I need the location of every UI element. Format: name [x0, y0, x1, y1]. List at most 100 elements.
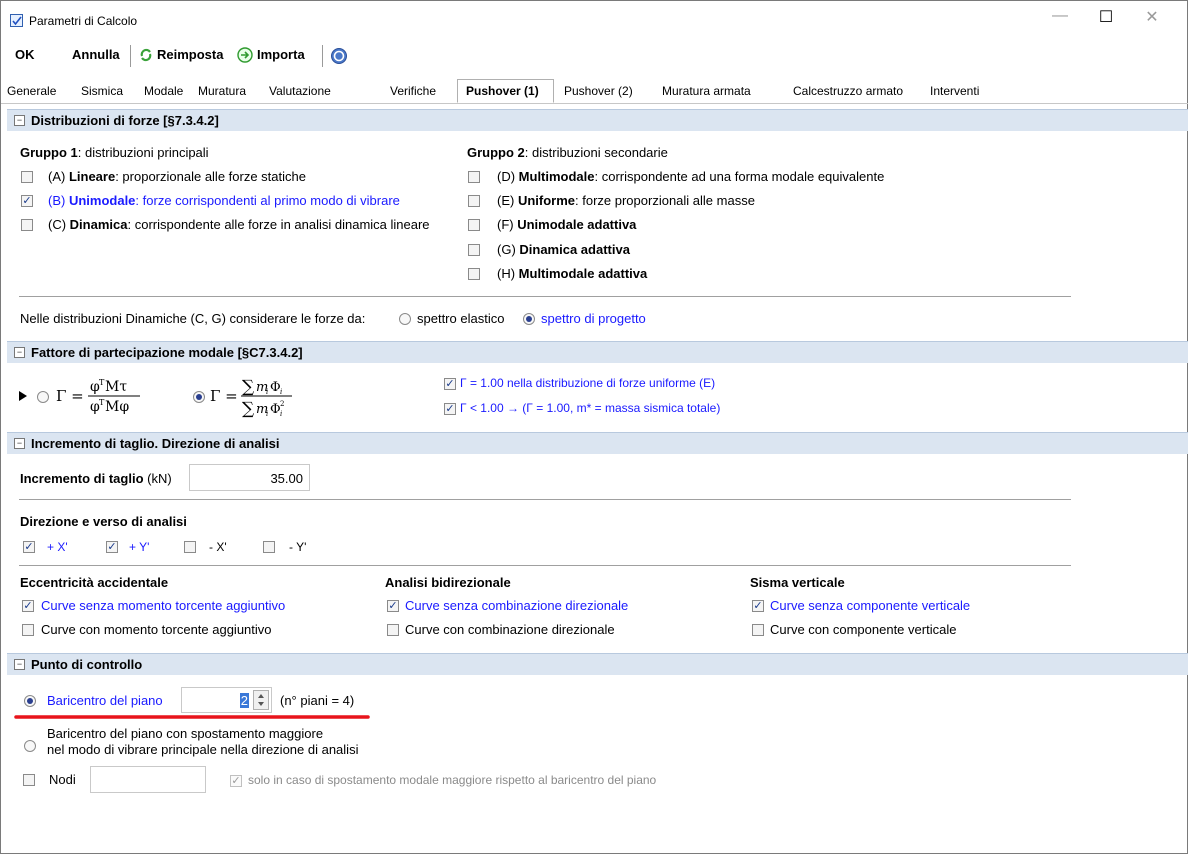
checkbox-nodi[interactable] [23, 774, 35, 786]
dialog-window: Parametri di Calcolo — ☐ ✕ OK Annulla Re… [0, 0, 1188, 854]
section-header-fattore[interactable]: − Fattore di partecipazione modale [§C7.… [7, 341, 1188, 363]
window-title: Parametri di Calcolo [29, 14, 138, 28]
red-underline-annotation [14, 715, 370, 719]
tab-valutazione[interactable]: Valutazione [269, 84, 331, 98]
checkbox-dinamica-adattiva[interactable] [468, 244, 480, 256]
label-nodi: Nodi [49, 772, 76, 787]
checkbox-multimodale[interactable] [468, 171, 480, 183]
importa-label: Importa [257, 47, 305, 62]
maximize-button[interactable]: ☐ [1086, 7, 1126, 27]
help-icon[interactable] [331, 48, 347, 64]
annulla-button[interactable]: Annulla [72, 47, 120, 62]
toolbar: OK Annulla Reimposta Importa [1, 41, 1188, 71]
label-dinamica: (C) Dinamica: corrispondente alle forze … [48, 217, 430, 232]
label-bid-con: Curve con combinazione direzionale [405, 622, 615, 637]
svg-text:i: i [280, 388, 282, 396]
tab-muratura[interactable]: Muratura [198, 84, 246, 98]
piano-spinner[interactable]: 2 [181, 687, 272, 713]
divider [19, 565, 1071, 566]
checkbox-dir-minus-y[interactable] [263, 541, 275, 553]
checkbox-unimodale[interactable]: ✓ [21, 195, 33, 207]
section-title: Distribuzioni di forze [§7.3.4.2] [31, 113, 219, 128]
checkbox-gamma-minore[interactable]: ✓ [444, 403, 456, 415]
tab-interventi[interactable]: Interventi [930, 84, 979, 98]
checkbox-gamma-uniforme[interactable]: ✓ [444, 378, 456, 390]
spinner-up-icon[interactable] [254, 691, 268, 700]
bidirezionale-title: Analisi bidirezionale [385, 575, 511, 590]
svg-text:∑: ∑ [242, 377, 254, 397]
section-header-punto-controllo[interactable]: − Punto di controllo [7, 653, 1188, 675]
radio-gamma-formula-2[interactable] [193, 391, 205, 403]
close-button[interactable]: ✕ [1132, 7, 1172, 27]
toolbar-separator [322, 45, 323, 67]
minimize-button[interactable]: — [1040, 7, 1080, 25]
svg-text:∑: ∑ [242, 399, 254, 418]
label-solo-spostamento: solo in caso di spostamento modale maggi… [248, 773, 657, 787]
label-sv-senza: Curve senza componente verticale [770, 598, 971, 613]
tab-muratura-armata[interactable]: Muratura armata [662, 84, 751, 98]
section-title: Fattore di partecipazione modale [§C7.3.… [31, 345, 303, 360]
gruppo1-title-bold: Gruppo 1 [20, 145, 78, 160]
incremento-value: 35.00 [270, 471, 303, 486]
importa-button[interactable]: Importa [237, 45, 319, 67]
label-dir-plus-x: + X' [47, 540, 68, 554]
tab-modale[interactable]: Modale [144, 84, 183, 98]
checkbox-uniforme[interactable] [468, 195, 480, 207]
tab-pushover-2[interactable]: Pushover (2) [564, 84, 633, 98]
label-dinamica-adattiva: (G) Dinamica adattiva [497, 242, 630, 257]
label-sv-con: Curve con componente verticale [770, 622, 957, 637]
radio-spettro-elastico[interactable] [399, 313, 411, 325]
piani-note: (n° piani = 4) [280, 693, 355, 708]
radio-spettro-progetto[interactable] [523, 313, 535, 325]
label-multimodale: (D) Multimodale: corrispondente ad una f… [497, 169, 885, 184]
nodi-input[interactable] [90, 766, 206, 793]
label-dir-plus-y: + Y' [129, 540, 150, 554]
checkbox-dir-plus-y[interactable]: ✓ [106, 541, 118, 553]
spinner-down-icon[interactable] [254, 700, 268, 709]
tab-calcestruzzo-armato[interactable]: Calcestruzzo armato [793, 84, 903, 98]
checkbox-solo-spostamento[interactable]: ✓ [230, 775, 242, 787]
checkbox-dinamica[interactable] [21, 219, 33, 231]
label-dir-minus-x: - X' [209, 540, 227, 554]
label-baricentro-spostamento-1: Baricentro del piano con spostamento mag… [47, 726, 324, 741]
radio-gamma-formula-1[interactable] [37, 391, 49, 403]
reimposta-label: Reimposta [157, 47, 224, 62]
checkbox-dir-minus-x[interactable] [184, 541, 196, 553]
checkbox-lineare[interactable] [21, 171, 33, 183]
tab-verifiche[interactable]: Verifiche [390, 84, 436, 98]
tab-generale[interactable]: Generale [7, 84, 56, 98]
checkbox-multimodale-adattiva[interactable] [468, 268, 480, 280]
checkbox-sv-senza[interactable]: ✓ [752, 600, 764, 612]
tab-bar: Generale Sismica Modale Muratura Valutaz… [1, 79, 1188, 104]
section-title: Punto di controllo [31, 657, 143, 672]
refresh-icon [140, 48, 152, 62]
checkbox-ecc-con[interactable] [22, 624, 34, 636]
ok-button[interactable]: OK [15, 47, 35, 62]
checkbox-unimodale-adattiva[interactable] [468, 219, 480, 231]
checkbox-ecc-senza[interactable]: ✓ [22, 600, 34, 612]
reimposta-button[interactable]: Reimposta [138, 45, 234, 67]
checkbox-bid-senza[interactable]: ✓ [387, 600, 399, 612]
section-header-distribuzioni[interactable]: − Distribuzioni di forze [§7.3.4.2] [7, 109, 1188, 131]
collapse-icon: − [14, 659, 25, 670]
checkbox-dir-plus-x[interactable]: ✓ [23, 541, 35, 553]
svg-text:Γ =: Γ = [56, 387, 84, 405]
tab-sismica[interactable]: Sismica [81, 84, 123, 98]
tab-pushover-1[interactable]: Pushover (1) [457, 79, 554, 103]
spinner-buttons[interactable] [253, 690, 269, 710]
label-gamma-uniforme: Γ = 1.00 nella distribuzione di forze un… [460, 376, 716, 390]
gruppo2-title-bold: Gruppo 2 [467, 145, 525, 160]
radio-baricentro-piano[interactable] [24, 695, 36, 707]
import-arrow-icon [237, 47, 253, 63]
section-title: Incremento di taglio. Direzione di anali… [31, 436, 280, 451]
checkbox-sv-con[interactable] [752, 624, 764, 636]
gruppo2-title: Gruppo 2: distribuzioni secondarie [467, 145, 668, 160]
divider [19, 296, 1071, 297]
section-header-incremento[interactable]: − Incremento di taglio. Direzione di ana… [7, 432, 1188, 454]
label-uniforme: (E) Uniforme: forze proporzionali alle m… [497, 193, 755, 208]
sisma-verticale-title: Sisma verticale [750, 575, 845, 590]
radio-baricentro-spostamento[interactable] [24, 740, 36, 752]
checkbox-bid-con[interactable] [387, 624, 399, 636]
incremento-input[interactable]: 35.00 [189, 464, 310, 491]
label-ecc-senza: Curve senza momento torcente aggiuntivo [41, 598, 286, 613]
